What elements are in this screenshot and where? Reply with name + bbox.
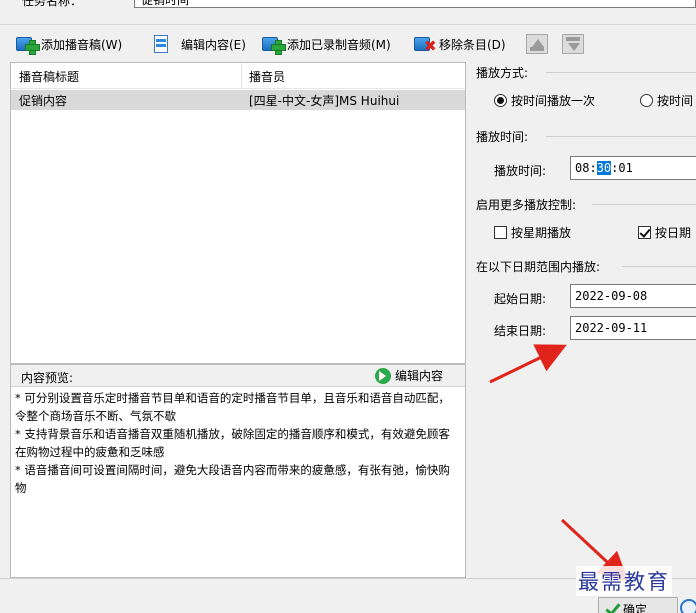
column-announcer[interactable]: 播音员 [249, 68, 285, 85]
radio-play-once[interactable]: 按时间播放一次 [494, 92, 595, 109]
content-preview: 内容预览: 编辑内容 * 可分别设置音乐定时播音节目单和语音的定时播音节目单，且… [10, 364, 466, 578]
divider [546, 136, 696, 137]
play-time-hour: 08 [575, 161, 590, 175]
checkbox-by-date-label: 按日期 [655, 226, 692, 240]
watermark-text: 最需教育 [576, 566, 672, 596]
task-name-row: 任务名称： 促销时间 [0, 0, 696, 24]
add-script-label: 添加播音稿(W) [41, 37, 123, 52]
play-time-input[interactable]: 08:30:01 [570, 156, 696, 180]
edit-content-label: 编辑内容(E) [181, 37, 246, 52]
checkmark-icon [605, 604, 619, 613]
play-time-title: 播放时间: [476, 130, 529, 144]
preview-edit-label: 编辑内容 [394, 369, 443, 383]
script-list[interactable]: 播音稿标题 播音员 促销内容 [四星-中文-女声]MS Huihui [10, 62, 466, 364]
start-date-label: 起始日期: [494, 292, 547, 306]
cancel-icon[interactable] [680, 599, 696, 613]
task-name-input[interactable]: 促销时间 [134, 0, 696, 8]
toolbar: 添加播音稿(W) 编辑内容(E) 添加已录制音频(M) ✖ 移除条目(D) [0, 24, 696, 62]
end-date-label: 结束日期: [494, 324, 547, 338]
divider [546, 72, 696, 73]
remove-icon: ✖ [414, 35, 437, 54]
add-recorded-audio-button[interactable]: 添加已录制音频(M) [262, 33, 391, 55]
preview-line: * 语音播音间可设置间隔时间，避免大段语音内容而带来的疲惫感，有张有弛，愉快购物 [15, 463, 450, 495]
ok-button[interactable]: 确定 [598, 597, 678, 613]
move-up-icon [526, 34, 548, 54]
add-script-button[interactable]: 添加播音稿(W) [16, 33, 122, 55]
play-time-minute: 30 [596, 161, 612, 175]
radio-play-by-time[interactable]: 按时间 [640, 92, 693, 109]
column-divider[interactable] [241, 63, 242, 89]
edit-document-icon [152, 35, 174, 53]
row-announcer: [四星-中文-女声]MS Huihui [249, 94, 400, 108]
ok-label: 确定 [623, 602, 648, 613]
radio-indicator [640, 94, 653, 107]
divider [622, 266, 696, 267]
radio-play-by-time-label: 按时间 [657, 94, 694, 108]
arrow-right-circle-icon [374, 367, 391, 384]
add-recorded-audio-label: 添加已录制音频(M) [287, 37, 391, 52]
checkbox-indicator [638, 226, 651, 239]
list-header: 播音稿标题 播音员 [11, 63, 465, 89]
date-range-title: 在以下日期范围内播放: [476, 260, 601, 274]
edit-content-button[interactable]: 编辑内容(E) [152, 33, 246, 55]
settings-panel: 播放方式: 按时间播放一次 按时间 播放时间: 播放时间: 08:30:01 启… [466, 62, 696, 578]
start-date-input[interactable]: 2022-09-08 [570, 284, 696, 308]
play-time-label: 播放时间: [494, 164, 547, 178]
more-control-title: 启用更多播放控制: [476, 198, 577, 212]
add-audio-icon [262, 35, 286, 55]
play-mode-title: 播放方式: [476, 66, 529, 80]
preview-header: 内容预览: 编辑内容 [11, 365, 465, 387]
table-row[interactable]: 促销内容 [四星-中文-女声]MS Huihui [11, 90, 465, 110]
add-script-icon [16, 35, 40, 55]
move-down-button[interactable] [562, 33, 584, 55]
checkbox-by-week-label: 按星期播放 [511, 226, 572, 240]
remove-item-label: 移除条目(D) [439, 37, 506, 52]
checkbox-by-week[interactable]: 按星期播放 [494, 224, 571, 241]
end-date-input[interactable]: 2022-09-11 [570, 316, 696, 340]
checkbox-indicator [494, 226, 507, 239]
divider [592, 204, 696, 205]
radio-play-once-label: 按时间播放一次 [511, 94, 596, 108]
task-name-label: 任务名称： [22, 0, 83, 8]
preview-title: 内容预览: [21, 371, 74, 385]
remove-item-button[interactable]: ✖ 移除条目(D) [414, 33, 506, 55]
move-down-icon [562, 34, 584, 54]
move-up-button[interactable] [526, 33, 548, 55]
row-title: 促销内容 [19, 94, 68, 108]
radio-indicator [494, 94, 507, 107]
preview-edit-button[interactable]: 编辑内容 [374, 367, 443, 384]
column-title[interactable]: 播音稿标题 [19, 68, 79, 85]
checkbox-by-date[interactable]: 按日期 [638, 224, 691, 241]
preview-text: * 可分别设置音乐定时播音节目单和语音的定时播音节目单，且音乐和语音自动匹配，令… [15, 389, 461, 497]
preview-line: * 可分别设置音乐定时播音节目单和语音的定时播音节目单，且音乐和语音自动匹配，令… [15, 391, 450, 423]
play-time-second: 01 [618, 161, 633, 175]
preview-line: * 支持背景音乐和语音播音双重随机播放，破除固定的播音顺序和模式，有效避免顾客在… [15, 427, 450, 459]
